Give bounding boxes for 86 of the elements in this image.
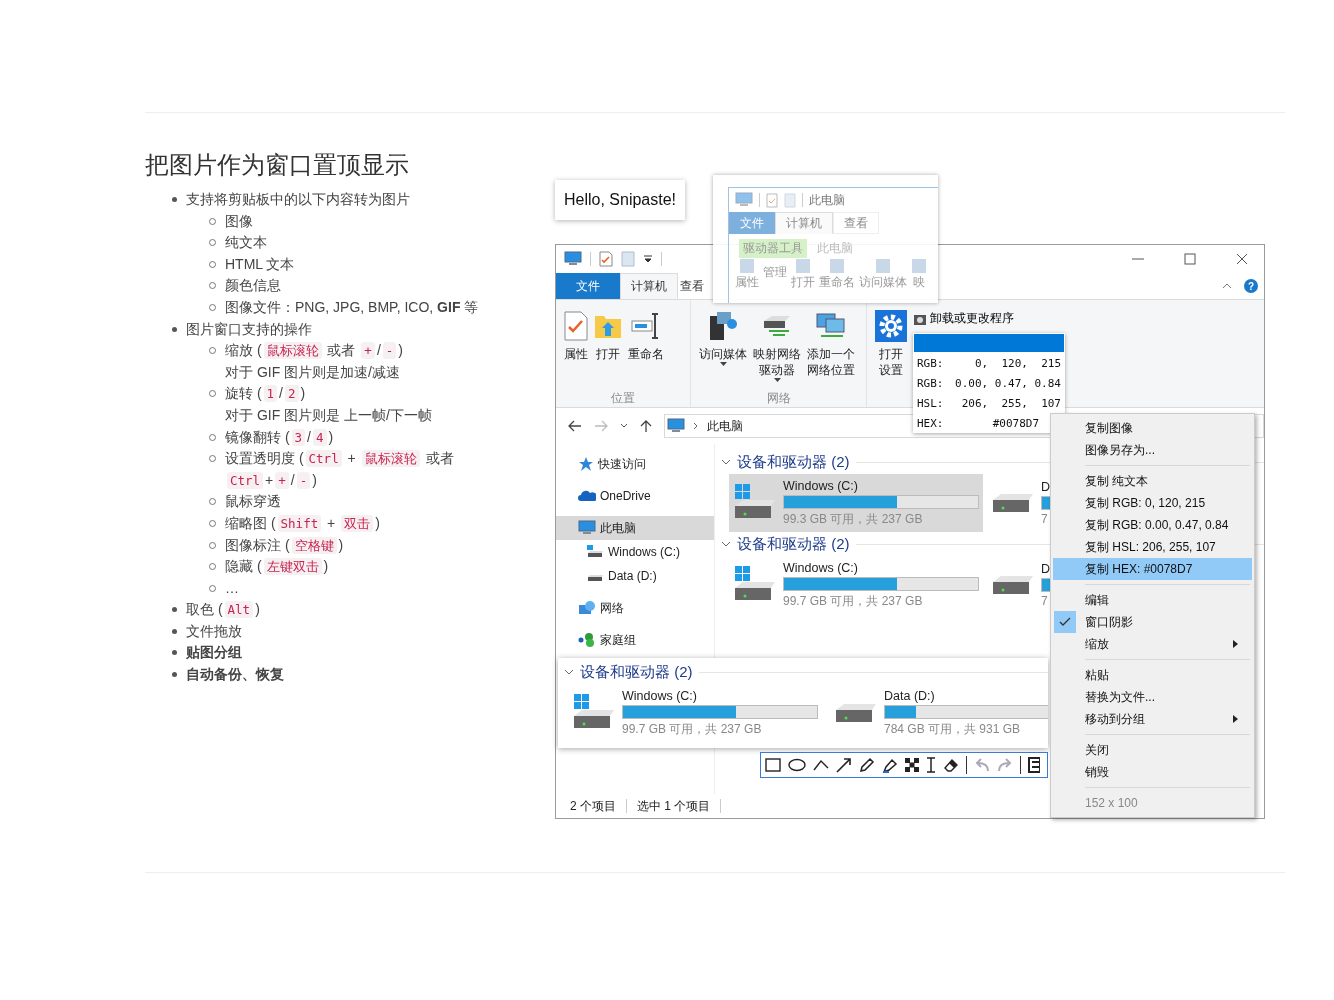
drive-size: 7 bbox=[1041, 594, 1049, 608]
list-text: ) bbox=[312, 471, 317, 488]
drive-size: 784 GB 可用，共 931 GB bbox=[884, 720, 1022, 738]
shortcut-key: 鼠标滚轮 bbox=[263, 342, 322, 360]
list-text: 缩放 ( bbox=[225, 342, 262, 359]
status-text: 2 个项目 bbox=[570, 797, 616, 815]
shortcut-key: - bbox=[382, 342, 397, 360]
list-text: 支持将剪贴板中的以下内容转为图片 bbox=[186, 191, 410, 207]
shortcut-key: - bbox=[296, 471, 311, 489]
shortcut-key: 3 bbox=[291, 428, 306, 446]
shortcut-key: Ctrl bbox=[227, 471, 264, 489]
list-text: 或者 bbox=[326, 342, 357, 359]
shortcut-key: Alt bbox=[224, 601, 254, 619]
list-text: 取色 ( bbox=[186, 601, 223, 618]
list-text: 贴图分组 bbox=[186, 644, 242, 661]
list-text: / bbox=[307, 428, 311, 445]
list-text: 颜色信息 bbox=[225, 277, 281, 294]
list-text: 或者 bbox=[424, 450, 454, 467]
list-text: 鼠标穿透 bbox=[225, 493, 281, 510]
shortcut-key: 左键双击 bbox=[263, 558, 322, 576]
list-text: + bbox=[346, 450, 357, 467]
color-value: #0078D7 bbox=[992, 416, 1040, 430]
list-text: ) bbox=[255, 601, 260, 618]
color-value: 0, 120, 215 bbox=[974, 356, 1061, 370]
list-text: 设置透明度 ( bbox=[225, 450, 304, 467]
drive-size: 99.3 GB 可用，共 237 GB bbox=[783, 510, 924, 528]
shortcut-key: 4 bbox=[313, 428, 327, 446]
group-label: 位置 bbox=[610, 391, 636, 405]
drive-name: D bbox=[1041, 562, 1052, 576]
drive-size: 7 bbox=[1041, 512, 1049, 526]
list-text: 旋转 ( bbox=[225, 385, 262, 402]
group-label: 网络 bbox=[765, 391, 792, 405]
drive-size: 99.7 GB 可用，共 237 GB bbox=[622, 720, 763, 738]
drive-name: Windows (C:) bbox=[783, 560, 859, 575]
list-text: 对于 GIF 图片则是 上一帧/下一帧 bbox=[225, 405, 433, 425]
status-text: 选中 1 个项目 bbox=[637, 797, 711, 815]
color-label: HEX: bbox=[917, 416, 944, 430]
color-value: 206, 255, 107 bbox=[961, 396, 1061, 410]
shortcut-key: Ctrl bbox=[305, 450, 342, 468]
shortcut-key: 1 bbox=[263, 385, 278, 403]
shortcut-key: 双击 bbox=[341, 514, 374, 532]
list-text: ) bbox=[338, 536, 344, 553]
group-header: 设备和驱动器 (2) bbox=[580, 662, 693, 682]
list-text: 对于 GIF 图片则是加速/减速 bbox=[225, 362, 401, 382]
list-text: 缩略图 ( bbox=[225, 514, 276, 531]
shortcut-key: + bbox=[275, 471, 289, 489]
article-title: 把图片作为窗口置顶显示 bbox=[145, 150, 410, 180]
window-title: 此电脑 bbox=[809, 191, 845, 209]
color-label: RGB: bbox=[917, 376, 944, 390]
list-text: 隐藏 ( bbox=[225, 558, 262, 575]
list-text: HTML 文本 bbox=[225, 255, 295, 272]
drive-name: Windows (C:) bbox=[622, 688, 698, 703]
list-text: 镜像翻转 ( bbox=[225, 428, 290, 445]
list-text: / bbox=[279, 385, 283, 402]
drive-name: D bbox=[1041, 480, 1052, 494]
list-text: + bbox=[265, 471, 274, 488]
list-text: ) bbox=[398, 342, 403, 359]
list-text: ) bbox=[300, 385, 306, 402]
list-text: 图像文件：PNG, JPG, BMP, ICO, GIF 等 bbox=[225, 298, 479, 315]
drive-size: 99.7 GB 可用，共 237 GB bbox=[783, 592, 924, 610]
list-text: 图片窗口支持的操作 bbox=[186, 320, 312, 337]
color-value: 0.00, 0.47, 0.84 bbox=[955, 376, 1061, 390]
image-size: 152 x 100 bbox=[1084, 795, 1139, 812]
list-text: ) bbox=[328, 428, 334, 445]
list-text: ) bbox=[323, 558, 329, 575]
list-text: 图像标注 ( bbox=[225, 536, 290, 553]
shortcut-key: 2 bbox=[285, 385, 299, 403]
drive-name: Windows (C:) bbox=[783, 478, 859, 493]
list-text: 自动备份、恢复 bbox=[186, 666, 284, 683]
context-title: 此电脑 bbox=[817, 239, 853, 257]
shortcut-key: 空格键 bbox=[291, 536, 337, 554]
list-text: / bbox=[290, 471, 295, 488]
note-card: Hello, Snipaste! bbox=[555, 180, 685, 220]
shortcut-key: Shift bbox=[277, 514, 322, 532]
shortcut-key: + bbox=[361, 342, 375, 360]
list-text: 文件拖放 bbox=[186, 622, 242, 639]
list-text: 图像 bbox=[225, 212, 253, 229]
shortcut-key: 鼠标滚轮 bbox=[361, 450, 420, 468]
color-label: RGB: bbox=[917, 356, 944, 370]
list-text: ) bbox=[375, 514, 380, 531]
list-text: … bbox=[225, 579, 239, 596]
list-text: / bbox=[376, 342, 381, 359]
list-text: 纯文本 bbox=[225, 234, 267, 251]
color-label: HSL: bbox=[917, 396, 944, 410]
list-text: + bbox=[326, 514, 337, 531]
drive-name: Data (D:) bbox=[884, 688, 936, 703]
